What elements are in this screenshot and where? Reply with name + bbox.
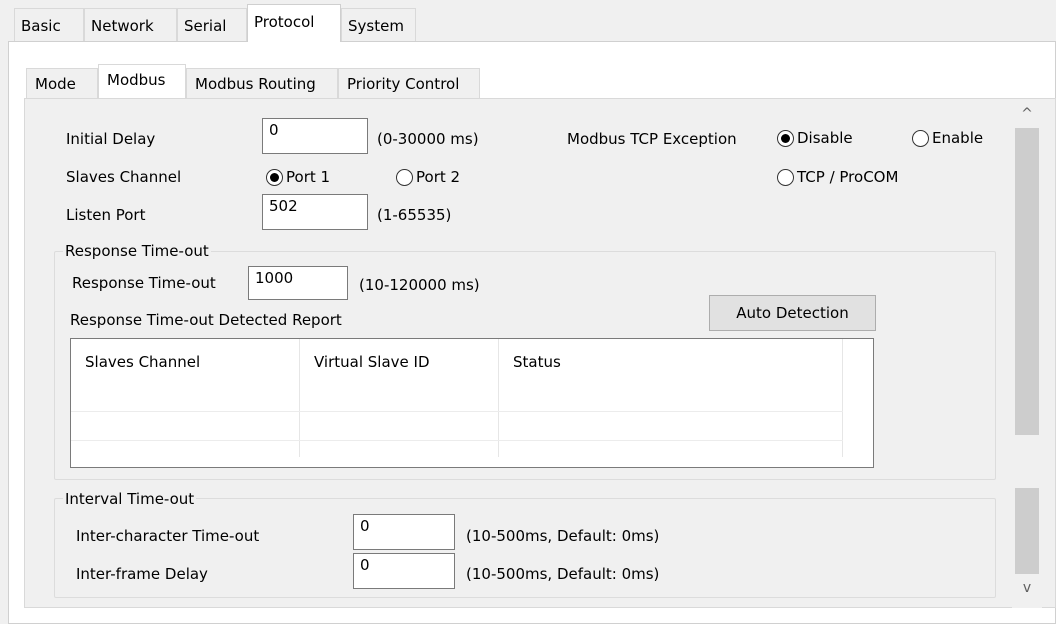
slaves-channel-port1-radio[interactable]: Port 1: [266, 168, 330, 186]
subtab-modbus[interactable]: Modbus: [98, 64, 186, 98]
response-timeout-input[interactable]: 1000: [248, 266, 348, 300]
tab-serial-label: Serial: [184, 17, 227, 35]
scrollbar-thumb[interactable]: [1015, 128, 1039, 435]
subtab-mode[interactable]: Mode: [26, 68, 98, 99]
inter-character-timeout-hint: (10-500ms, Default: 0ms): [466, 527, 660, 545]
tab-serial[interactable]: Serial: [177, 8, 247, 42]
slaves-channel-port2-radio[interactable]: Port 2: [396, 168, 460, 186]
slaves-channel-port2-label: Port 2: [416, 168, 461, 186]
listen-port-label: Listen Port: [66, 206, 146, 224]
scroll-down-arrow-icon[interactable]: v: [1012, 580, 1042, 596]
subtab-priority-control-label: Priority Control: [347, 75, 460, 93]
tcp-exception-disable-radio[interactable]: Disable: [777, 129, 853, 147]
radio-selected-icon: [777, 129, 794, 147]
initial-delay-input[interactable]: 0: [262, 118, 368, 154]
tab-protocol-label: Protocol: [254, 13, 315, 31]
radio-unselected-icon: [912, 129, 929, 147]
vertical-scrollbar[interactable]: ^ v: [1012, 100, 1042, 608]
tcp-exception-disable-label: Disable: [797, 129, 853, 147]
scrollbar-thumb-lower[interactable]: [1015, 488, 1039, 574]
radio-unselected-icon: [396, 168, 413, 186]
tcp-exception-tcp-procom-radio[interactable]: TCP / ProCOM: [777, 168, 898, 186]
initial-delay-label: Initial Delay: [66, 130, 156, 148]
tab-system[interactable]: System: [341, 8, 416, 42]
response-timeout-group-title: Response Time-out: [63, 242, 211, 260]
inter-frame-delay-label: Inter-frame Delay: [76, 565, 208, 583]
detected-report-table: Slaves Channel Virtual Slave ID Status: [70, 338, 874, 468]
tcp-exception-label: Modbus TCP Exception: [567, 130, 737, 148]
inter-frame-delay-hint: (10-500ms, Default: 0ms): [466, 565, 660, 583]
table-row-divider: [71, 440, 843, 441]
interval-timeout-group-title: Interval Time-out: [63, 490, 197, 508]
radio-unselected-icon: [777, 168, 794, 186]
detected-report-label: Response Time-out Detected Report: [70, 311, 342, 329]
subtab-modbus-label: Modbus: [107, 71, 166, 89]
tcp-exception-enable-radio[interactable]: Enable: [912, 129, 983, 147]
tab-network-label: Network: [91, 17, 154, 35]
radio-selected-icon: [266, 168, 283, 186]
inter-character-timeout-input[interactable]: 0: [353, 514, 455, 550]
subtab-mode-label: Mode: [35, 75, 76, 93]
tcp-exception-enable-label: Enable: [932, 129, 984, 147]
response-timeout-hint: (10-120000 ms): [359, 276, 480, 294]
inter-character-timeout-label: Inter-character Time-out: [76, 527, 260, 545]
slaves-channel-label: Slaves Channel: [66, 168, 182, 186]
tab-protocol[interactable]: Protocol: [247, 4, 341, 42]
tcp-exception-tcp-procom-label: TCP / ProCOM: [797, 168, 899, 186]
subtab-modbus-routing[interactable]: Modbus Routing: [186, 68, 338, 99]
inter-frame-delay-input[interactable]: 0: [353, 553, 455, 589]
tab-network[interactable]: Network: [84, 8, 177, 42]
tab-basic[interactable]: Basic: [14, 8, 84, 42]
listen-port-input[interactable]: 502: [262, 194, 368, 230]
interval-timeout-group: [54, 498, 996, 598]
subtab-priority-control[interactable]: Priority Control: [338, 68, 480, 99]
scroll-up-arrow-icon[interactable]: ^: [1012, 106, 1042, 122]
auto-detection-button[interactable]: Auto Detection: [709, 295, 876, 331]
slaves-channel-port1-label: Port 1: [286, 168, 331, 186]
table-row-divider: [71, 411, 843, 412]
tab-system-label: System: [348, 17, 404, 35]
response-timeout-label: Response Time-out: [72, 274, 216, 292]
tab-basic-label: Basic: [21, 17, 61, 35]
subtab-modbus-routing-label: Modbus Routing: [195, 75, 316, 93]
initial-delay-hint: (0-30000 ms): [377, 130, 479, 148]
listen-port-hint: (1-65535): [377, 206, 452, 224]
